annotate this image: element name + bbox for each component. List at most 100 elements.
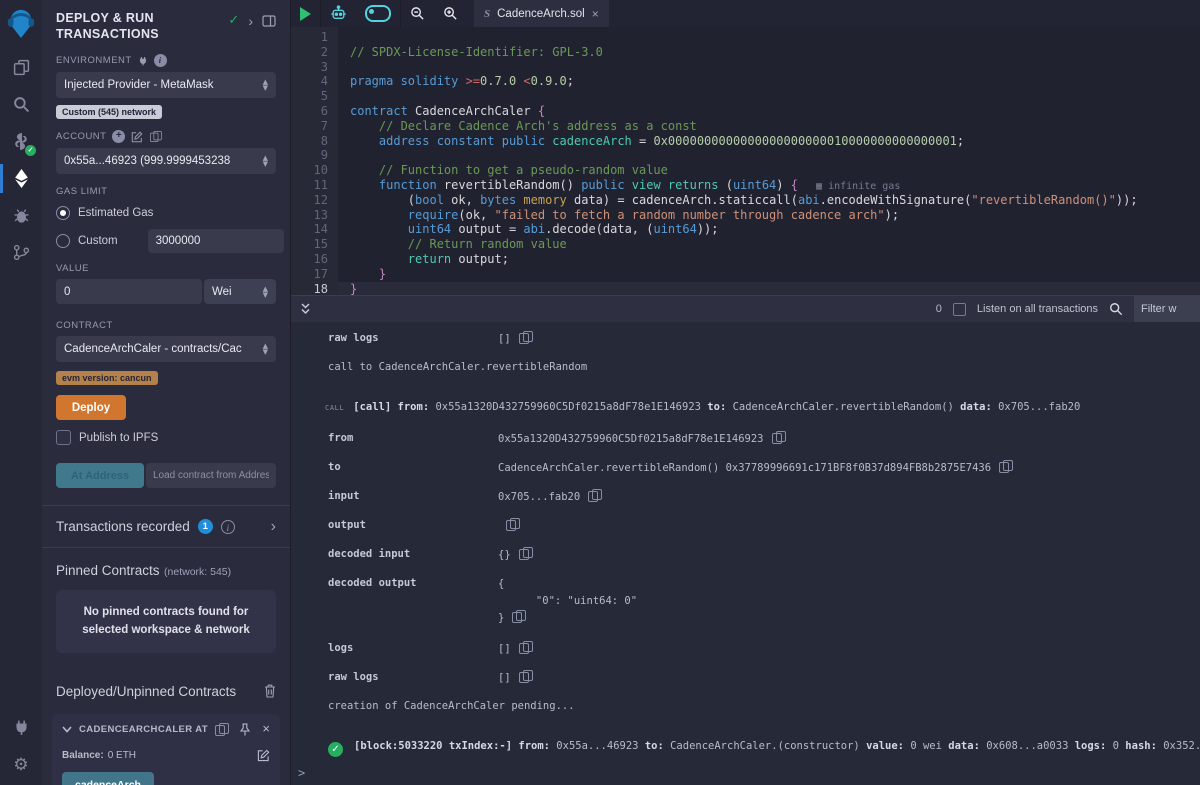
custom-gas-input[interactable]: [148, 229, 284, 253]
edit-account-icon[interactable]: [131, 131, 143, 143]
copy-icon[interactable]: [772, 431, 785, 444]
forward-chevron-icon[interactable]: ›: [248, 16, 253, 26]
terminal-prompt[interactable]: >: [298, 766, 305, 780]
transactions-info-icon[interactable]: i: [221, 520, 235, 534]
at-address-input[interactable]: [146, 463, 276, 488]
deploy-button[interactable]: Deploy: [56, 395, 126, 420]
terminal-text-row: call to CadenceArchCaler.revertibleRando…: [328, 360, 1200, 374]
listen-count: 0: [936, 303, 942, 315]
code-line: // Declare Cadence Arch's address as a c…: [338, 119, 1200, 134]
editor-gutter: 123456789101112131415161718: [291, 27, 338, 295]
terminal-kv-row: raw logs[]: [328, 670, 1200, 685]
ai-assistant-button[interactable]: [321, 0, 356, 27]
custom-gas-option[interactable]: Custom: [56, 229, 276, 253]
trash-icon[interactable]: [264, 684, 276, 698]
environment-select[interactable]: Injected Provider - MetaMask ▲▼: [56, 72, 276, 98]
solidity-file-icon: S: [484, 8, 490, 20]
code-line: function revertibleRandom() public view …: [338, 178, 1200, 193]
value-unit-select[interactable]: Wei ▲▼: [204, 279, 276, 304]
radio-selected-icon: [56, 206, 70, 220]
deployed-contract-card: CADENCEARCHCALER AT 0X × Balance: 0 ETH …: [52, 714, 280, 785]
copy-icon[interactable]: [588, 489, 601, 502]
panel-divider: [290, 0, 291, 785]
copy-icon[interactable]: [519, 331, 532, 344]
value-input[interactable]: [56, 279, 202, 304]
compiler-success-badge: ✓: [25, 145, 36, 156]
transactions-count-badge: 1: [198, 519, 213, 534]
line-number: 12: [291, 193, 328, 208]
line-number: 14: [291, 222, 328, 237]
zoom-in-button[interactable]: [434, 0, 467, 27]
line-number: 1: [291, 30, 328, 45]
copilot-toggle[interactable]: [356, 0, 400, 27]
collapse-chevron-icon[interactable]: [62, 726, 72, 733]
code-editor[interactable]: 123456789101112131415161718 // SPDX-Lice…: [291, 27, 1200, 295]
search-icon[interactable]: [0, 86, 42, 123]
copy-account-icon[interactable]: [150, 131, 161, 142]
line-number: 5: [291, 89, 328, 104]
code-line: [338, 89, 1200, 104]
settings-icon[interactable]: ⚙: [0, 746, 42, 783]
listen-checkbox[interactable]: [953, 303, 966, 316]
estimated-gas-option[interactable]: Estimated Gas: [56, 206, 276, 220]
collapse-terminal-icon[interactable]: [299, 302, 312, 316]
code-line: contract CadenceArchCaler {: [338, 104, 1200, 119]
copy-icon[interactable]: [999, 460, 1012, 473]
stepper-icon: ▲▼: [263, 343, 268, 355]
file-explorer-icon[interactable]: [0, 49, 42, 86]
terminal-kv-row: raw logs[]: [328, 331, 1200, 346]
environment-info-icon[interactable]: i: [154, 54, 167, 67]
pin-icon[interactable]: [239, 723, 251, 736]
close-tab-icon[interactable]: ×: [592, 7, 599, 21]
solidity-compiler-icon[interactable]: ✓: [0, 123, 42, 160]
copy-icon[interactable]: [519, 547, 532, 560]
git-icon[interactable]: [0, 234, 42, 271]
code-line: uint64 output = abi.decode(data, (uint64…: [338, 222, 1200, 237]
line-number: 6: [291, 104, 328, 119]
terminal-kv-row: input0x705...fab20: [328, 489, 1200, 504]
plugin-manager-icon[interactable]: [0, 709, 42, 746]
line-number: 7: [291, 119, 328, 134]
deployed-contracts-title: Deployed/Unpinned Contracts: [56, 684, 236, 699]
code-line: [338, 30, 1200, 45]
cadence-arch-button[interactable]: cadenceArch: [62, 772, 154, 785]
transactions-recorded-label: Transactions recorded: [56, 519, 190, 534]
tab-cadencearch[interactable]: S CadenceArch.sol ×: [474, 0, 609, 27]
editor-code: // SPDX-License-Identifier: GPL-3.0pragm…: [338, 27, 1200, 295]
code-line: pragma solidity >=0.7.0 <0.9.0;: [338, 74, 1200, 89]
add-account-icon[interactable]: +: [112, 130, 125, 143]
debugger-icon[interactable]: [0, 197, 42, 234]
publish-ipfs-option[interactable]: Publish to IPFS: [56, 430, 276, 445]
zoom-out-button[interactable]: [401, 0, 434, 27]
account-select[interactable]: 0x55a...46923 (999.9999453238 ▲▼: [56, 148, 276, 174]
deploy-run-icon[interactable]: [0, 160, 42, 197]
expand-chevron-icon[interactable]: ›: [271, 522, 276, 532]
copy-icon[interactable]: [512, 610, 525, 623]
copy-icon[interactable]: [506, 518, 519, 531]
line-number: 13: [291, 208, 328, 223]
terminal-search-icon[interactable]: [1109, 302, 1123, 316]
plug-icon[interactable]: [138, 56, 148, 66]
terminal-body[interactable]: raw logs[] call to CadenceArchCaler.rever…: [291, 322, 1200, 785]
terminal-filter-input[interactable]: [1134, 296, 1200, 323]
checkbox-icon: [56, 430, 71, 445]
at-address-button[interactable]: At Address: [56, 463, 144, 488]
copy-icon[interactable]: [215, 723, 228, 736]
terminal-success-row: ✓[block:5033220 txIndex:-] from: 0x55a..…: [328, 739, 1200, 757]
contract-instance-name: CADENCEARCHCALER AT 0X: [79, 724, 208, 735]
run-script-button[interactable]: [291, 0, 320, 27]
editor-toolbar: S CadenceArch.sol ×: [291, 0, 1200, 27]
transactions-recorded-row[interactable]: Transactions recorded 1 i ›: [42, 506, 290, 547]
copy-icon[interactable]: [519, 641, 532, 654]
panel-check-icon: ✓: [228, 13, 239, 28]
pin-panel-icon[interactable]: [262, 15, 276, 27]
close-icon[interactable]: ×: [262, 724, 270, 734]
remix-logo[interactable]: [6, 7, 36, 39]
copy-icon[interactable]: [519, 670, 532, 683]
edit-balance-icon[interactable]: [257, 749, 270, 762]
contract-select[interactable]: CadenceArchCaler - contracts/Cac ▲▼: [56, 336, 276, 362]
code-line: [338, 148, 1200, 163]
play-icon: [300, 7, 311, 21]
line-number: 9: [291, 148, 328, 163]
stepper-icon: ▲▼: [263, 286, 268, 298]
